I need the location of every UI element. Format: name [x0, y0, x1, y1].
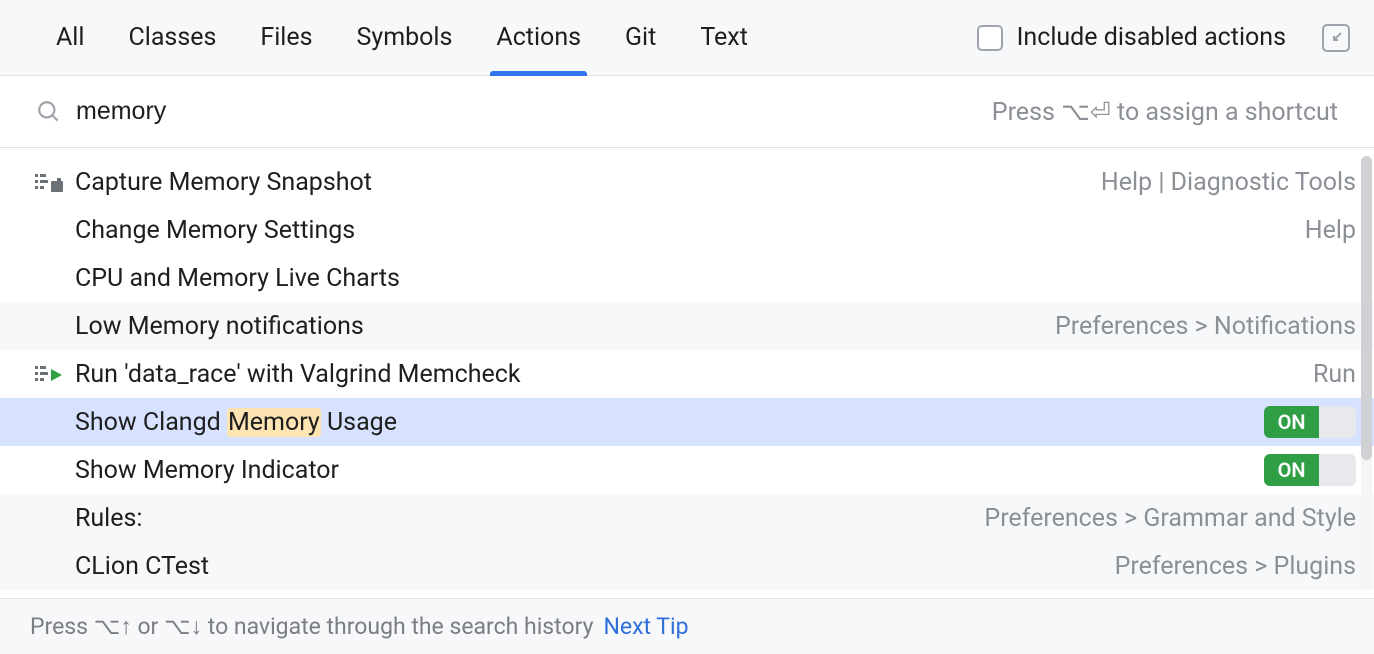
header-bar: All Classes Files Symbols Actions Git Text Inc… — [0, 0, 1374, 76]
result-item[interactable]: Capture Memory SnapshotHelp | Diagnostic… — [0, 158, 1374, 206]
result-label: CLion CTest — [75, 552, 1115, 581]
result-context: Preferences > Notifications — [1055, 312, 1356, 341]
open-in-tool-window-button[interactable] — [1322, 24, 1350, 52]
tab-strip: All Classes Files Symbols Actions Git Text — [20, 0, 748, 75]
run-icon — [32, 359, 66, 389]
search-icon — [36, 99, 62, 125]
footer-hint: Press ⌥↑ or ⌥↓ to navigate through the s… — [30, 613, 593, 640]
assign-shortcut-hint: Press ⌥⏎ to assign a shortcut — [992, 97, 1338, 127]
result-item[interactable]: Low Memory notificationsPreferences > No… — [0, 302, 1374, 350]
result-context: Help | Diagnostic Tools — [1101, 168, 1356, 197]
open-in-tool-window-icon — [1329, 31, 1343, 45]
result-label: Change Memory Settings — [75, 216, 1305, 245]
blank-icon — [32, 215, 66, 245]
snapshot-icon — [32, 167, 66, 197]
blank-icon — [32, 551, 66, 581]
result-item[interactable]: Show Clangd Memory UsageON — [0, 398, 1374, 446]
blank-icon — [32, 263, 66, 293]
result-label: Show Memory Indicator — [75, 456, 1264, 485]
result-context: Preferences > Plugins — [1115, 552, 1356, 581]
scrollbar-thumb[interactable] — [1361, 156, 1372, 460]
result-label: CPU and Memory Live Charts — [75, 264, 1356, 293]
footer-bar: Press ⌥↑ or ⌥↓ to navigate through the s… — [0, 598, 1374, 654]
blank-icon — [32, 407, 66, 437]
search-input[interactable] — [76, 97, 992, 126]
result-item[interactable]: Rules:Preferences > Grammar and Style — [0, 494, 1374, 542]
tab-git[interactable]: Git — [625, 0, 656, 75]
tab-actions[interactable]: Actions — [496, 0, 581, 75]
result-label: Low Memory notifications — [75, 312, 1055, 341]
result-context: Help — [1305, 216, 1356, 245]
result-item[interactable]: Run 'data_race' with Valgrind MemcheckRu… — [0, 350, 1374, 398]
tab-text[interactable]: Text — [700, 0, 748, 75]
header-right: Include disabled actions — [977, 23, 1350, 52]
toggle-on-off[interactable]: ON — [1264, 406, 1356, 438]
tab-symbols[interactable]: Symbols — [357, 0, 453, 75]
result-context: Preferences > Grammar and Style — [984, 504, 1356, 533]
result-label: Rules: — [75, 504, 984, 533]
result-item[interactable]: Show Memory IndicatorON — [0, 446, 1374, 494]
tab-files[interactable]: Files — [260, 0, 312, 75]
result-label: Run 'data_race' with Valgrind Memcheck — [75, 360, 1313, 389]
result-context: Run — [1313, 360, 1356, 389]
toggle-on-off[interactable]: ON — [1264, 454, 1356, 486]
result-label: Capture Memory Snapshot — [75, 168, 1101, 197]
results-container: Capture Memory SnapshotHelp | Diagnostic… — [0, 148, 1374, 598]
result-label: Show Clangd Memory Usage — [75, 408, 1264, 437]
result-item[interactable]: Change Memory SettingsHelp — [0, 206, 1374, 254]
include-disabled-label[interactable]: Include disabled actions — [1017, 23, 1286, 52]
results-list[interactable]: Capture Memory SnapshotHelp | Diagnostic… — [0, 148, 1374, 598]
tab-classes[interactable]: Classes — [128, 0, 216, 75]
scrollbar-track[interactable] — [1361, 156, 1372, 590]
result-item[interactable]: CPU and Memory Live Charts — [0, 254, 1374, 302]
search-everywhere-popup: All Classes Files Symbols Actions Git Text Inc… — [0, 0, 1374, 654]
blank-icon — [32, 311, 66, 341]
next-tip-link[interactable]: Next Tip — [603, 613, 688, 640]
blank-icon — [32, 503, 66, 533]
result-item[interactable]: CLion CTestPreferences > Plugins — [0, 542, 1374, 590]
tab-all[interactable]: All — [56, 0, 84, 75]
search-row: Press ⌥⏎ to assign a shortcut — [0, 76, 1374, 148]
blank-icon — [32, 455, 66, 485]
include-disabled-checkbox[interactable] — [977, 25, 1003, 51]
